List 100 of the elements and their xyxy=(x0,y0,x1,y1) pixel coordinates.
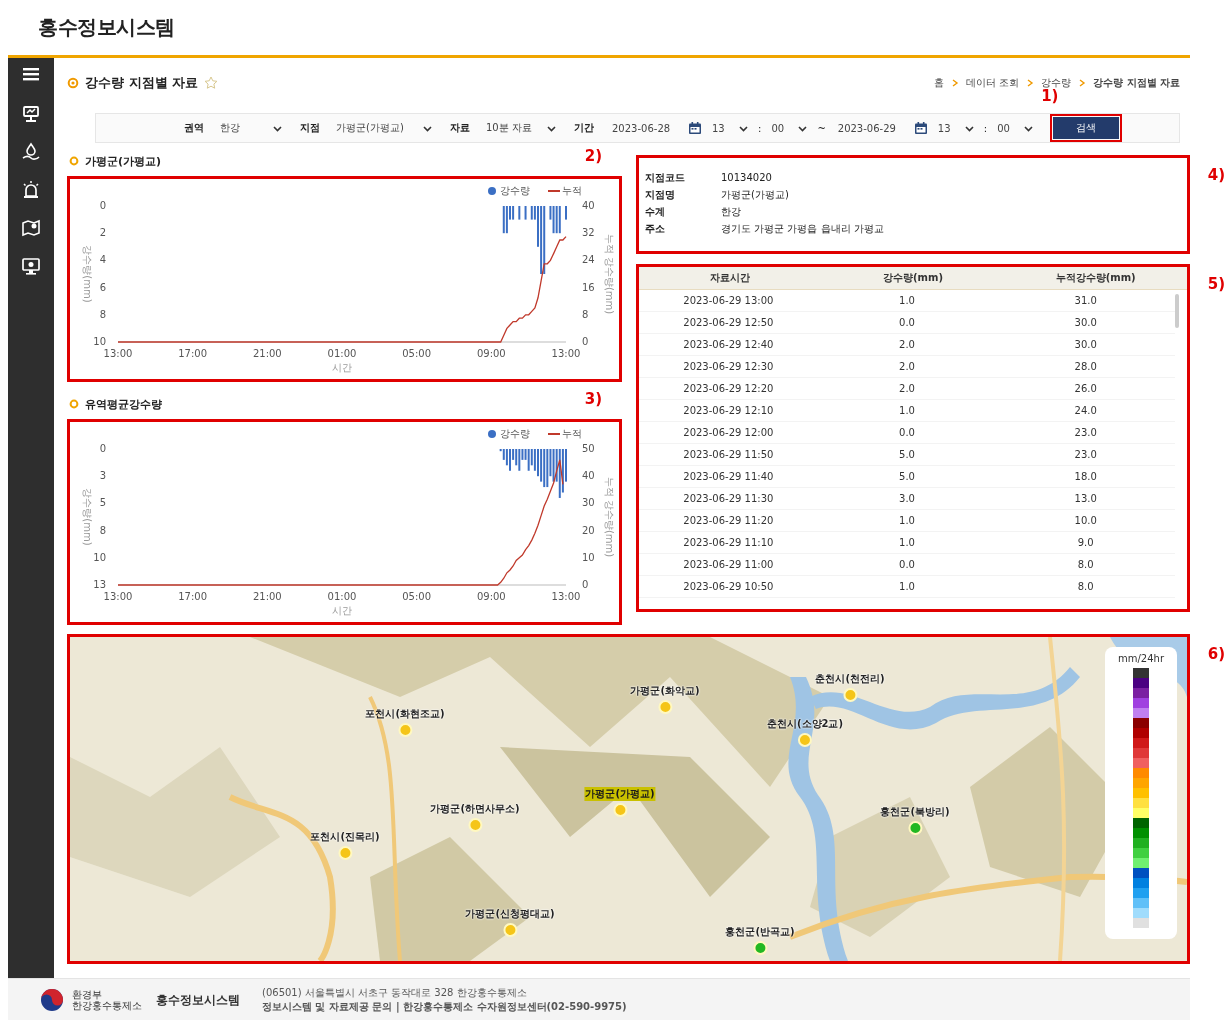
axis-tick-label: 4 xyxy=(99,254,106,266)
legend-line-icon xyxy=(547,433,561,435)
scrollbar[interactable] xyxy=(1175,294,1179,328)
table-cell-text: 30.0 xyxy=(1073,316,1098,330)
breadcrumb-link[interactable]: 데이터 조회 xyxy=(965,76,1020,90)
table-cell-text: 24.0 xyxy=(1073,404,1098,418)
axis-tick-label: 16 xyxy=(582,281,595,293)
station-label[interactable]: 가평군(가평교) xyxy=(584,787,656,801)
ministry-name: 환경부 xyxy=(72,989,103,1000)
table-cell-text: 9.0 xyxy=(1076,536,1095,550)
breadcrumb-link[interactable]: 홈 xyxy=(933,76,944,90)
legend-line-icon xyxy=(547,190,561,192)
breadcrumb-link[interactable]: 강수량 지점별 자료 xyxy=(1093,76,1180,90)
table-cell-text: 0.0 xyxy=(898,558,916,572)
axis-tick-label: 2 xyxy=(99,227,106,239)
axis-title: 시간 xyxy=(332,605,352,616)
footer-title: 홍수정보시스템 xyxy=(156,991,240,1009)
station-label[interactable]: 가평군(하면사무소) xyxy=(429,802,521,816)
monitor-icon[interactable] xyxy=(21,256,41,276)
table-cell-text: 1.0 xyxy=(898,536,916,550)
date-field[interactable]: 2023-06-28 xyxy=(606,122,682,134)
rainfall-bar xyxy=(524,206,527,220)
axis-tick-label: 10 xyxy=(93,551,106,563)
station-label[interactable]: 포천시(진목리) xyxy=(309,830,381,844)
table-cell-text: 2023-06-29 10:50 xyxy=(682,580,775,594)
axis-tick-label: 40 xyxy=(582,470,595,482)
legend-dot-icon xyxy=(488,430,496,438)
legend-label: 강수량 xyxy=(500,428,530,439)
axis-tick-label: 10 xyxy=(93,336,106,347)
sign-board-icon[interactable] xyxy=(21,104,41,124)
station-label[interactable]: 춘천시(천전리) xyxy=(814,672,886,686)
axis-tick-label: 5 xyxy=(99,497,106,509)
dropdown[interactable]: 한강 xyxy=(216,118,286,138)
axis-tick-label: 20 xyxy=(582,524,595,536)
site-title[interactable]: 홍수정보시스템 xyxy=(38,14,175,41)
table-cell-text: 30.0 xyxy=(1073,338,1098,352)
agency-name: 한강홍수통제소 xyxy=(72,1000,142,1011)
axis-tick-label: 8 xyxy=(582,308,589,320)
logo-icon xyxy=(40,988,64,1012)
station-label[interactable]: 포천시(화현조교) xyxy=(364,707,446,721)
table-cell-text: 2.0 xyxy=(898,382,916,396)
map-pin-icon[interactable] xyxy=(21,218,41,238)
field-value: 가평군(가평교) xyxy=(721,188,789,202)
date-field[interactable]: 2023-06-29 xyxy=(831,122,908,134)
table-cell-text: 2023-06-29 12:40 xyxy=(682,338,775,352)
breadcrumb-link[interactable]: 강수량 xyxy=(1041,76,1072,90)
station-label[interactable]: 홍천군(반곡교) xyxy=(724,925,796,939)
axis-tick-label: 8 xyxy=(99,524,106,536)
field-label: 지점코드 xyxy=(645,171,686,185)
station-label[interactable]: 춘천시(소양2교) xyxy=(765,717,845,731)
table-cell-text: 5.0 xyxy=(898,470,916,484)
range-separator: ~ xyxy=(817,122,826,134)
table-cell-text: 2023-06-29 12:10 xyxy=(682,404,775,418)
station-label[interactable]: 홍천군(북방리) xyxy=(879,805,951,819)
axis-tick-label: 21:00 xyxy=(252,591,282,602)
column-header: 자료시간 xyxy=(709,271,752,285)
field-label: 수계 xyxy=(645,205,666,219)
table-cell-text: 2023-06-29 11:50 xyxy=(682,448,775,462)
dropdown[interactable]: 13 xyxy=(708,118,752,138)
table-cell-text: 1.0 xyxy=(898,580,916,594)
axis-tick-label: 50 xyxy=(582,443,595,454)
time-separator: : xyxy=(983,122,988,134)
table-cell-text: 1.0 xyxy=(898,294,916,308)
annotation-label: 5) xyxy=(1207,275,1225,293)
caret-icon xyxy=(798,124,808,132)
legend-dot-icon xyxy=(488,187,496,195)
caret-icon xyxy=(739,124,748,132)
bullet-icon xyxy=(69,156,79,166)
station-label[interactable]: 가평군(신청평대교) xyxy=(464,907,556,921)
axis-tick-label: 32 xyxy=(582,227,595,239)
filter-label: 자료 xyxy=(450,121,470,135)
bullet-icon xyxy=(67,77,79,89)
dropdown[interactable]: 00 xyxy=(767,118,812,138)
siren-icon[interactable] xyxy=(21,180,41,200)
dropdown[interactable]: 가평군(가평교) xyxy=(332,118,436,138)
table-cell-text: 13.0 xyxy=(1073,492,1098,506)
calendar-icon[interactable] xyxy=(913,121,928,135)
rainfall-bar xyxy=(518,206,521,220)
caret-icon xyxy=(547,124,556,132)
caret-icon xyxy=(273,124,282,132)
table-cell-text: 23.0 xyxy=(1073,448,1098,462)
annotation-label: 4) xyxy=(1207,166,1225,184)
column-header: 누적강수량(mm) xyxy=(1054,271,1137,285)
legend-title: mm/24hr xyxy=(1118,653,1164,664)
axis-tick-label: 3 xyxy=(99,470,106,482)
dropdown[interactable]: 13 xyxy=(933,118,978,138)
calendar-icon[interactable] xyxy=(688,121,702,135)
axis-tick-label: 0 xyxy=(99,200,106,211)
water-drop-icon[interactable] xyxy=(21,142,41,162)
star-icon[interactable] xyxy=(204,76,219,90)
station-label[interactable]: 가평군(화악교) xyxy=(629,684,701,698)
annotation-label: 1) xyxy=(1041,87,1059,105)
legend-label: 누적 xyxy=(562,185,582,196)
table-cell-text: 2023-06-29 11:10 xyxy=(682,536,775,550)
dropdown[interactable]: 00 xyxy=(993,118,1038,138)
search-button[interactable]: 검색 xyxy=(1053,117,1120,139)
dropdown[interactable]: 10분 자료 xyxy=(482,118,560,138)
axis-tick-label: 17:00 xyxy=(178,348,208,359)
table-cell-text: 2.0 xyxy=(898,338,916,352)
axis-title: 누적 강수량(mm) xyxy=(604,233,615,315)
